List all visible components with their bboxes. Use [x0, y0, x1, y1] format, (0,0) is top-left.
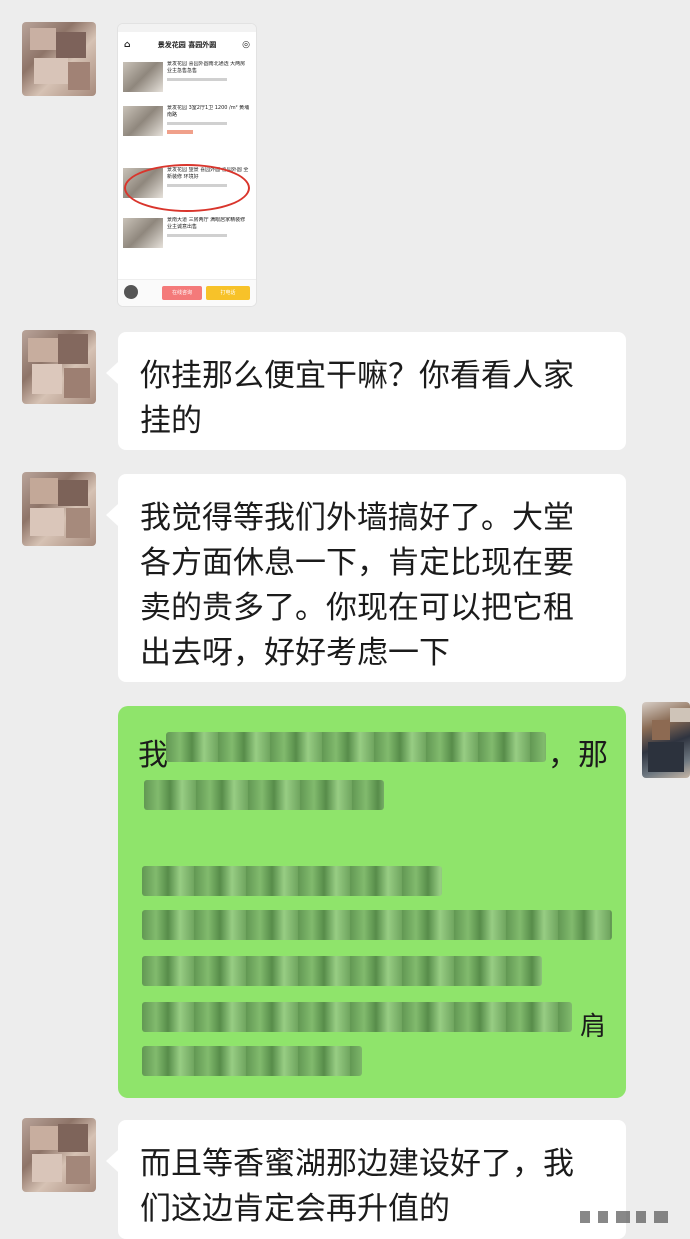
pixelated-text	[142, 866, 442, 896]
pixelated-text	[144, 780, 384, 810]
call-button: 打电话	[206, 286, 250, 300]
incoming-message-bubble[interactable]: 我觉得等我们外墙搞好了。大堂各方面休息一下，肯定比现在要卖的贵多了。你现在可以把…	[106, 474, 626, 682]
listing-meta	[167, 78, 227, 81]
listing-footer: 在线咨询 打电话	[118, 279, 256, 306]
listing-price	[167, 130, 193, 134]
my-avatar[interactable]	[642, 702, 690, 778]
pixelated-text	[142, 1046, 362, 1076]
listing-item: 景发花园 3室2厅1卫 1200 /m² 黄埔南路	[123, 102, 251, 146]
visible-fragment-end: 肩	[580, 1012, 607, 1042]
pixelated-text	[142, 1002, 572, 1032]
sender-avatar[interactable]	[22, 22, 96, 96]
sender-avatar[interactable]	[22, 330, 96, 404]
pixelated-text	[142, 956, 542, 986]
online-consult-button: 在线咨询	[162, 286, 202, 300]
listing-page-header: ⌂ 景发花园 喜园外圆 ◎	[118, 34, 256, 56]
listing-title: 景南大道 三房两厅 满眼居家精装修 业主诚意出售	[167, 217, 246, 230]
sender-avatar[interactable]	[22, 1118, 96, 1192]
sender-avatar[interactable]	[22, 472, 96, 546]
message-text: 我觉得等我们外墙搞好了。大堂各方面休息一下，肯定比现在要卖的贵多了。你现在可以把…	[140, 500, 574, 671]
target-icon: ◎	[242, 40, 250, 50]
message-text: 你挂那么便宜干嘛？你看看人家挂的	[140, 358, 574, 439]
incoming-message-bubble[interactable]: 而且等香蜜湖那边建设好了，我们这边肯定会再升值的	[106, 1120, 626, 1239]
listing-thumbnail	[123, 62, 163, 92]
visible-fragment-start: 我	[138, 738, 168, 773]
listing-page-title: 景发花园 喜园外圆	[157, 41, 217, 49]
listing-thumbnail	[123, 106, 163, 136]
listing-meta	[167, 234, 227, 237]
listing-screenshot-image[interactable]: ⌂ 景发花园 喜园外圆 ◎ 景发花园 喜园外圆南北通透 大两房 业主急售急售 景…	[118, 24, 256, 306]
pixelated-text	[142, 910, 612, 940]
pixelated-text	[166, 732, 546, 762]
listing-item: 景发花园 喜园外圆南北通透 大两房 业主急售急售	[123, 58, 251, 102]
home-icon: ⌂	[124, 40, 131, 50]
watermark	[580, 1211, 676, 1225]
listing-item: 景南大道 三房两厅 满眼居家精装修 业主诚意出售	[123, 214, 251, 258]
agent-avatar	[124, 285, 138, 299]
listing-title: 景发花园 喜园外圆南北通透 大两房 业主急售急售	[167, 61, 246, 74]
highlight-circle	[124, 164, 250, 212]
listing-meta	[167, 122, 227, 125]
incoming-message-bubble[interactable]: 你挂那么便宜干嘛？你看看人家挂的	[106, 332, 626, 450]
listing-thumbnail	[123, 218, 163, 248]
listing-title: 景发花园 3室2厅1卫 1200 /m² 黄埔南路	[167, 105, 250, 118]
outgoing-message-bubble-pixelated[interactable]: 我 ，那 肩	[118, 706, 626, 1098]
phone-status-bar	[118, 24, 256, 32]
visible-fragment-end: ，那	[548, 738, 608, 773]
message-text: 而且等香蜜湖那边建设好了，我们这边肯定会再升值的	[140, 1146, 574, 1227]
